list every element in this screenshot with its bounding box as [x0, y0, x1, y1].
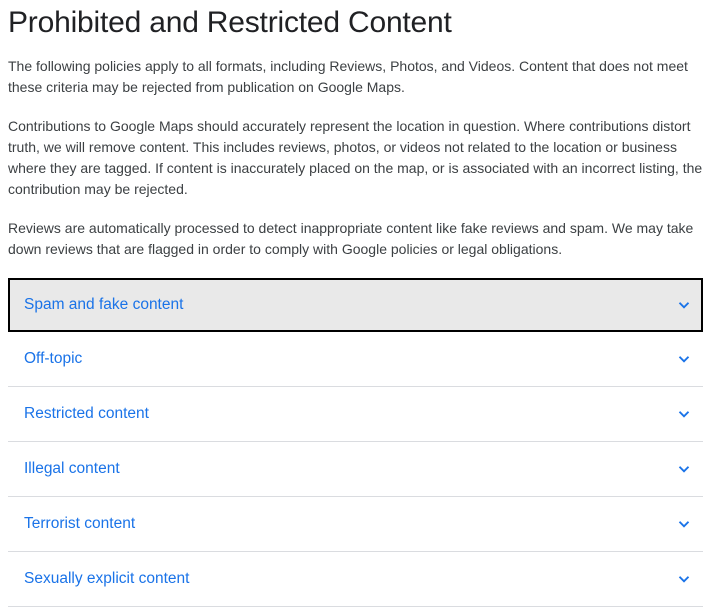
chevron-down-icon [675, 570, 693, 588]
accordion-item-illegal-content[interactable]: Illegal content [8, 442, 703, 497]
chevron-down-icon [675, 460, 693, 478]
accordion-item-label: Illegal content [24, 460, 120, 478]
chevron-down-icon [675, 296, 693, 314]
accordion-item-sexually-explicit-content[interactable]: Sexually explicit content [8, 552, 703, 607]
chevron-down-icon [675, 515, 693, 533]
chevron-down-icon [675, 350, 693, 368]
page-heading: Prohibited and Restricted Content [8, 6, 703, 40]
accordion-item-label: Restricted content [24, 405, 149, 423]
accordion-item-terrorist-content[interactable]: Terrorist content [8, 497, 703, 552]
intro-paragraph-2: Contributions to Google Maps should accu… [8, 116, 703, 200]
accordion-item-label: Sexually explicit content [24, 570, 189, 588]
accordion-item-label: Off-topic [24, 350, 82, 368]
accordion-item-label: Spam and fake content [24, 296, 183, 314]
chevron-down-icon [675, 405, 693, 423]
accordion-list: Spam and fake content Off-topic Restrict… [8, 278, 703, 607]
accordion-item-label: Terrorist content [24, 515, 135, 533]
accordion-item-off-topic[interactable]: Off-topic [8, 332, 703, 387]
accordion-item-restricted-content[interactable]: Restricted content [8, 387, 703, 442]
accordion-item-spam-fake-content[interactable]: Spam and fake content [8, 278, 703, 332]
intro-paragraph-1: The following policies apply to all form… [8, 56, 703, 98]
intro-paragraph-3: Reviews are automatically processed to d… [8, 218, 703, 260]
